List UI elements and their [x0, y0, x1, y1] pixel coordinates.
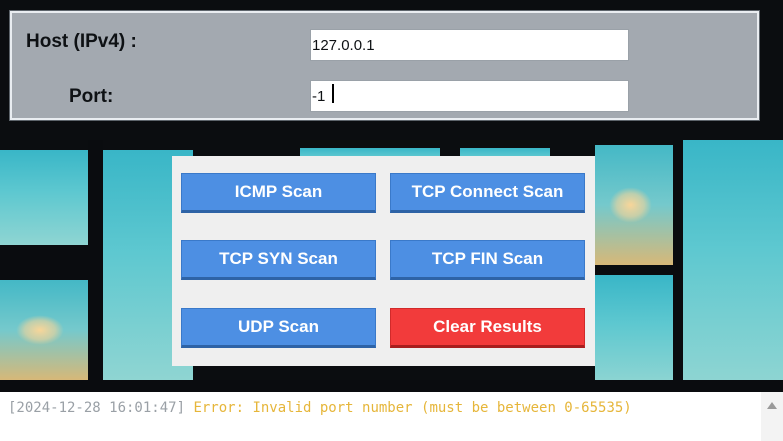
log-timestamp: [2024-12-28 16:01:47] — [8, 400, 186, 416]
log-scrollbar[interactable] — [761, 392, 783, 441]
scroll-up-arrow-icon[interactable] — [767, 402, 777, 409]
udp-scan-button[interactable]: UDP Scan — [181, 308, 376, 348]
results-log[interactable]: [2024-12-28 16:01:47] Error: Invalid por… — [0, 392, 783, 441]
host-label: Host (IPv4) : — [26, 31, 137, 52]
text-caret — [332, 84, 334, 103]
host-input[interactable] — [310, 29, 629, 61]
icmp-scan-button[interactable]: ICMP Scan — [181, 173, 376, 213]
clear-results-button[interactable]: Clear Results — [390, 308, 585, 348]
port-label: Port: — [69, 86, 114, 107]
log-error-message: Error: Invalid port number (must be betw… — [185, 400, 632, 416]
log-entry: [2024-12-28 16:01:47] Error: Invalid por… — [8, 399, 748, 418]
port-input[interactable] — [310, 80, 629, 112]
tcp-syn-scan-button[interactable]: TCP SYN Scan — [181, 240, 376, 280]
tcp-fin-scan-button[interactable]: TCP FIN Scan — [390, 240, 585, 280]
tcp-connect-scan-button[interactable]: TCP Connect Scan — [390, 173, 585, 213]
